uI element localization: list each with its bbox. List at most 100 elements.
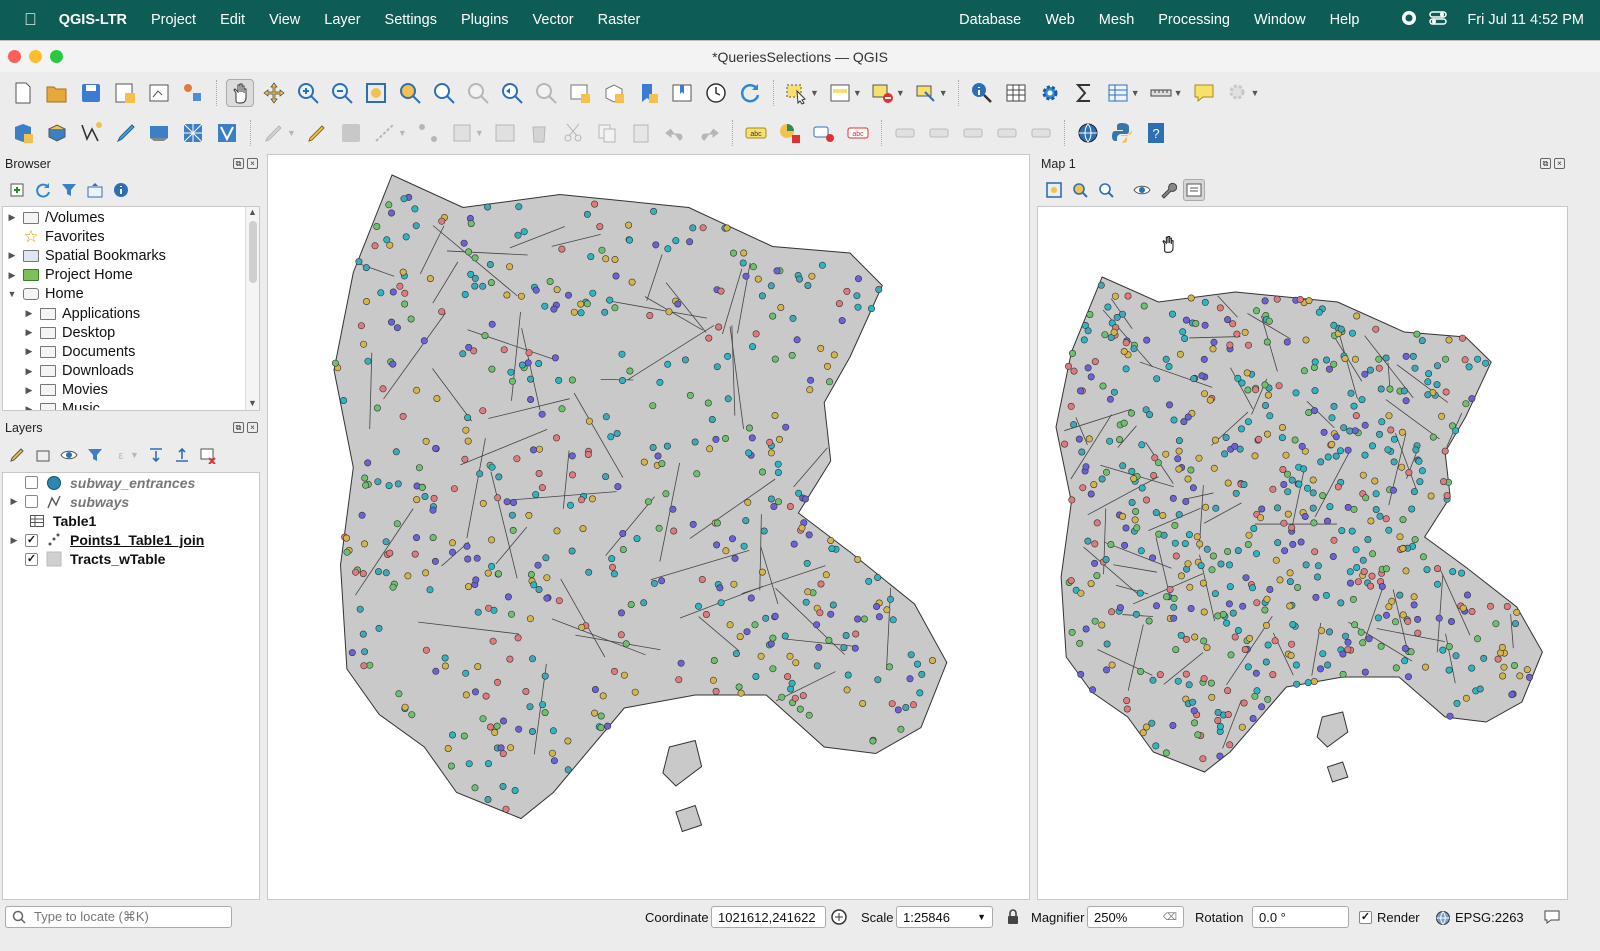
main-map-canvas[interactable]: [267, 154, 1030, 900]
layer-item[interactable]: subway_entrances: [3, 473, 259, 492]
menu-mesh[interactable]: Mesh: [1087, 12, 1146, 28]
processing-toolbox-icon[interactable]: [1036, 79, 1064, 107]
change-label-icon[interactable]: [1027, 119, 1055, 147]
collapsed-arrow-icon[interactable]: ▶: [5, 250, 19, 261]
add-selected-layers-icon[interactable]: [6, 179, 28, 201]
collapsed-arrow-icon[interactable]: ▶: [7, 535, 21, 546]
menu-help[interactable]: Help: [1318, 12, 1372, 28]
digitize-icon[interactable]: [371, 119, 399, 147]
menu-vector[interactable]: Vector: [521, 12, 586, 28]
expand-all-icon[interactable]: [145, 444, 167, 466]
new-geopackage-layer-icon[interactable]: [43, 119, 71, 147]
render-checkbox[interactable]: ✓: [1359, 911, 1372, 924]
collapse-all-layers-icon[interactable]: [171, 444, 193, 466]
open-attribute-table-icon[interactable]: [1104, 79, 1132, 107]
zoom-full-icon[interactable]: [362, 79, 390, 107]
chevron-down-icon[interactable]: ▼: [1131, 88, 1140, 98]
current-edits-icon[interactable]: [260, 119, 288, 147]
pan-to-selection-icon[interactable]: [260, 79, 288, 107]
collapsed-arrow-icon[interactable]: ▶: [22, 366, 36, 377]
chevron-down-icon[interactable]: ▼: [939, 88, 948, 98]
layer-item[interactable]: ▶ subways: [3, 492, 259, 511]
chevron-down-icon[interactable]: ▼: [1251, 88, 1260, 98]
new-3d-map-icon[interactable]: [600, 79, 628, 107]
measure-line-icon[interactable]: [1147, 79, 1175, 107]
new-map-view-icon[interactable]: [566, 79, 594, 107]
crs-button[interactable]: EPSG:2263: [1455, 910, 1524, 925]
browser-item[interactable]: ▶ Project Home: [3, 266, 243, 285]
collapsed-arrow-icon[interactable]: ▶: [22, 308, 36, 319]
filter-browser-icon[interactable]: [58, 179, 80, 201]
add-vector-layer-icon[interactable]: [213, 119, 241, 147]
locator-filter-icon[interactable]: [1224, 79, 1252, 107]
undo-icon[interactable]: [661, 119, 689, 147]
zoom-to-selection-icon[interactable]: [1069, 179, 1091, 201]
browser-item[interactable]: ▶ Downloads: [3, 362, 243, 381]
new-bookmark-icon[interactable]: [634, 79, 662, 107]
zoom-in-icon[interactable]: [294, 79, 322, 107]
collapsed-arrow-icon[interactable]: ▶: [5, 270, 19, 281]
menu-edit[interactable]: Edit: [208, 12, 257, 28]
style-manager-icon[interactable]: [179, 79, 207, 107]
layer-styling-icon[interactable]: [6, 444, 28, 466]
map-tips-icon[interactable]: [1190, 79, 1218, 107]
expanded-arrow-icon[interactable]: ▼: [5, 289, 19, 299]
refresh-browser-icon[interactable]: [32, 179, 54, 201]
crs-globe-icon[interactable]: [1435, 910, 1451, 926]
browser-item[interactable]: ▶ Spatial Bookmarks: [3, 246, 243, 265]
cut-features-icon[interactable]: [559, 119, 587, 147]
layout-manager-icon[interactable]: [145, 79, 173, 107]
properties-info-icon[interactable]: [110, 179, 132, 201]
layer-visibility-checkbox[interactable]: ✓: [25, 552, 38, 566]
menu-settings[interactable]: Settings: [373, 12, 449, 28]
menu-plugins[interactable]: Plugins: [449, 12, 521, 28]
browser-scrollbar[interactable]: ▲ ▼: [245, 207, 259, 410]
menu-raster[interactable]: Raster: [586, 12, 653, 28]
sync-main-canvas-icon[interactable]: [1183, 179, 1205, 201]
layer-item[interactable]: Table1: [3, 511, 259, 530]
menu-database[interactable]: Database: [947, 12, 1033, 28]
collapse-all-icon[interactable]: [84, 179, 106, 201]
browser-item[interactable]: ▶ Documents: [3, 342, 243, 361]
python-console-icon[interactable]: [1108, 119, 1136, 147]
browser-item[interactable]: ▶ Music: [3, 400, 243, 410]
statistics-sigma-icon[interactable]: [1070, 79, 1098, 107]
show-hide-labels-icon[interactable]: [925, 119, 953, 147]
close-panel-icon[interactable]: ×: [247, 422, 258, 433]
deselect-features-icon[interactable]: [869, 79, 897, 107]
show-bookmarks-icon[interactable]: [668, 79, 696, 107]
collapsed-arrow-icon[interactable]: ▶: [7, 496, 21, 507]
rotation-spinbox[interactable]: 0.0 °: [1252, 906, 1349, 928]
highlight-labels-icon[interactable]: [891, 119, 919, 147]
delete-selected-icon[interactable]: [525, 119, 553, 147]
locate-search-input[interactable]: Type to locate (⌘K): [5, 906, 232, 928]
chevron-down-icon[interactable]: ▼: [398, 128, 407, 138]
control-center-icon[interactable]: [1429, 10, 1455, 30]
filter-legend-icon[interactable]: [84, 444, 106, 466]
zoom-window-button[interactable]: [50, 50, 63, 63]
menu-window[interactable]: Window: [1242, 12, 1318, 28]
browser-item[interactable]: ▶ Desktop: [3, 323, 243, 342]
zoom-last-icon[interactable]: [498, 79, 526, 107]
collapsed-arrow-icon[interactable]: ▶: [22, 404, 36, 410]
menu-view[interactable]: View: [257, 12, 312, 28]
menu-web[interactable]: Web: [1033, 12, 1087, 28]
metasearch-globe-icon[interactable]: [1074, 119, 1102, 147]
chevron-down-icon[interactable]: ▼: [853, 88, 862, 98]
data-source-manager-icon[interactable]: [9, 119, 37, 147]
temporal-controller-icon[interactable]: [702, 79, 730, 107]
view-theme-eye-icon[interactable]: [1131, 179, 1153, 201]
select-by-value-icon[interactable]: [826, 79, 854, 107]
modify-attributes-icon[interactable]: [448, 119, 476, 147]
zoom-to-layer-icon[interactable]: [1095, 179, 1117, 201]
chevron-down-icon[interactable]: ▼: [896, 88, 905, 98]
collapsed-arrow-icon[interactable]: ▶: [22, 327, 36, 338]
browser-item[interactable]: ▶ Movies: [3, 381, 243, 400]
float-panel-icon[interactable]: ⧉: [233, 422, 244, 433]
open-project-icon[interactable]: [43, 79, 71, 107]
zoom-full-icon[interactable]: [1043, 179, 1065, 201]
float-panel-icon[interactable]: ⧉: [1540, 158, 1551, 169]
collapsed-arrow-icon[interactable]: ▶: [5, 212, 19, 223]
new-print-layout-icon[interactable]: [111, 79, 139, 107]
layer-visibility-checkbox[interactable]: ✓: [25, 533, 38, 547]
